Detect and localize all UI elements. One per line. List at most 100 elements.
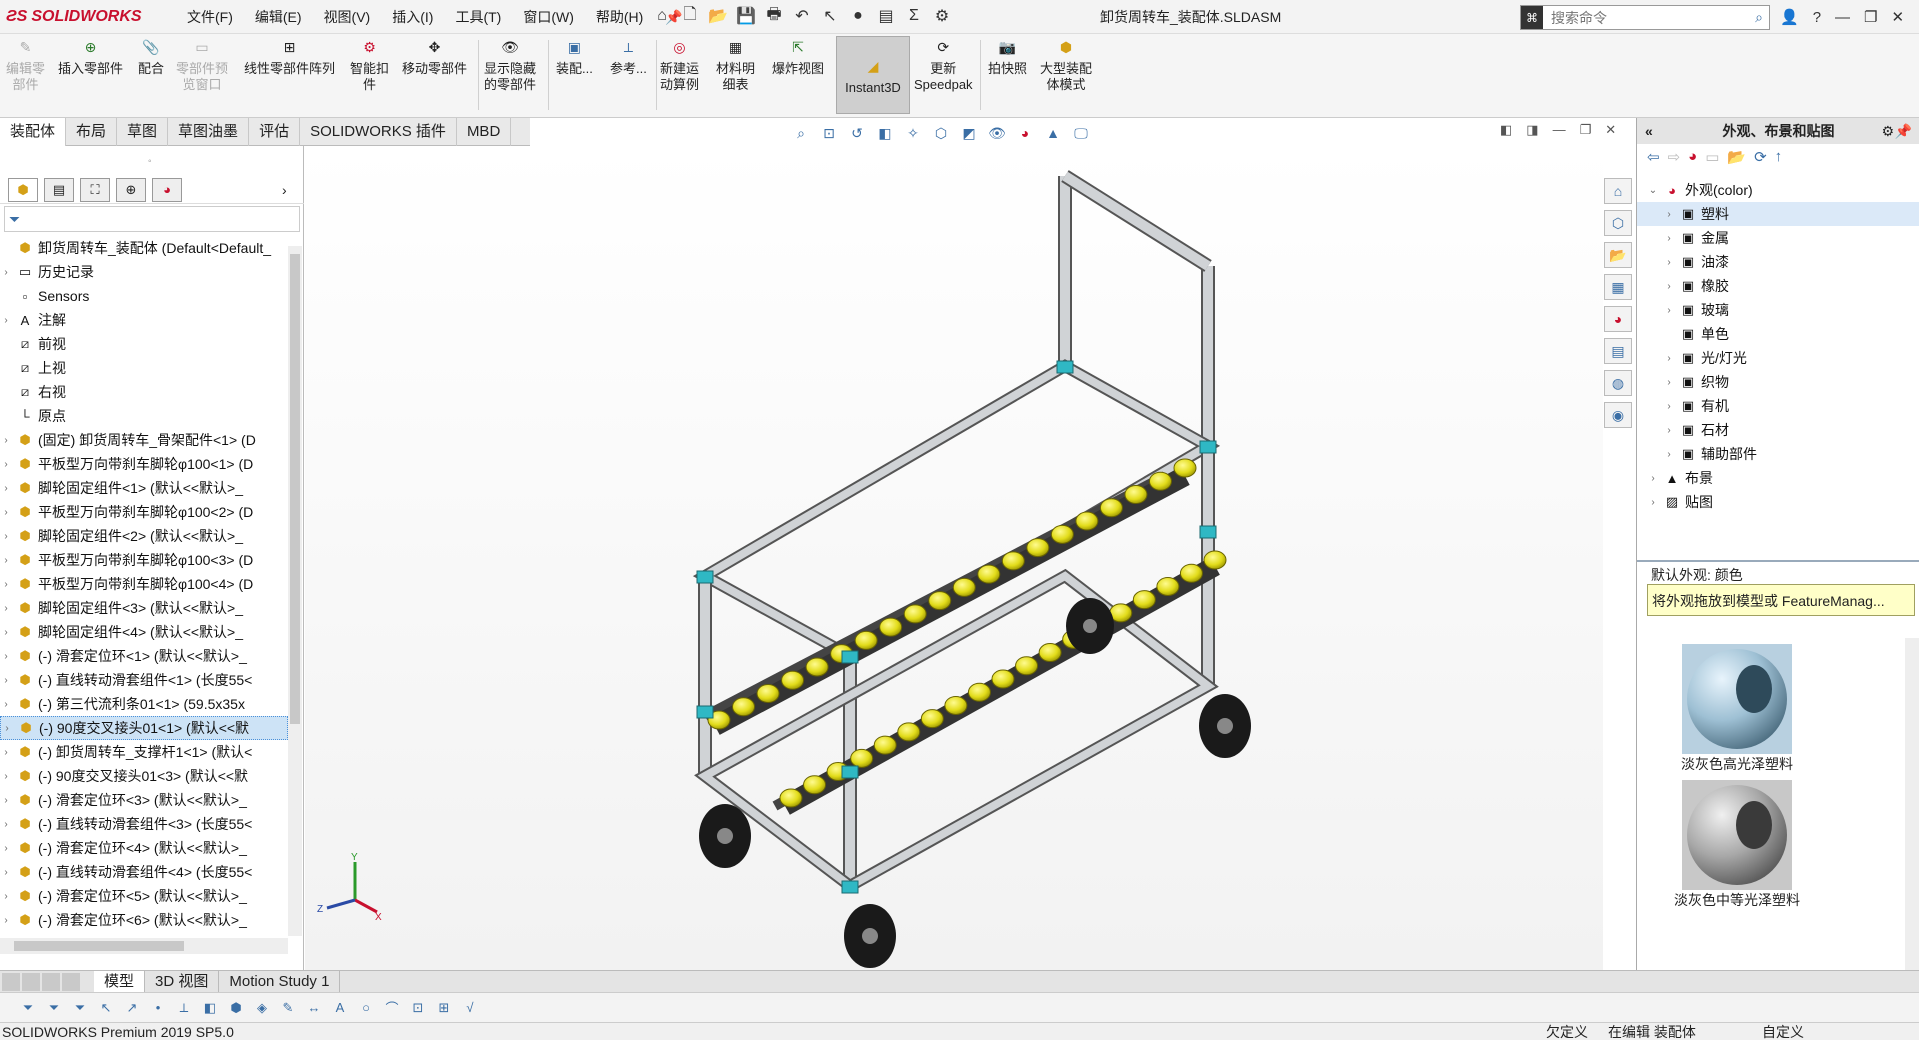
file-explorer-icon[interactable]: 📂: [1604, 242, 1632, 268]
appearances-tab-icon[interactable]: ◕: [1604, 306, 1632, 332]
forward-icon[interactable]: ⇨: [1668, 148, 1681, 166]
appearance-folder[interactable]: › ▣ 辅助部件: [1637, 442, 1919, 466]
select-other-icon[interactable]: ↗: [122, 998, 142, 1018]
tree-item[interactable]: › ⬢ (-) 90度交叉接头01<3> (默认<<默: [0, 764, 288, 788]
first-tab-icon[interactable]: [2, 972, 20, 991]
filter-points-icon[interactable]: •: [148, 998, 168, 1018]
filter-tolerance-icon[interactable]: ⊞: [434, 998, 454, 1018]
graphics-area[interactable]: [305, 146, 1603, 970]
take-snapshot-button[interactable]: 📷 拍快照: [988, 36, 1027, 77]
swatch-light-grey-medium-gloss[interactable]: 淡灰色中等光泽塑料: [1667, 780, 1807, 910]
search-box[interactable]: ⌘ ⌕: [1520, 5, 1770, 30]
split-left-icon[interactable]: ◧: [1500, 122, 1512, 138]
appearance-folder[interactable]: › ▣ 织物: [1637, 370, 1919, 394]
view-palette-icon[interactable]: ▦: [1604, 274, 1632, 300]
swatch-scrollbar[interactable]: [1905, 638, 1919, 980]
solidworks-logo[interactable]: ƧS SOLIDWORKS: [6, 6, 142, 28]
move-component-button[interactable]: ✥ 移动零部件: [402, 36, 467, 77]
globe-icon[interactable]: ◉: [1604, 402, 1632, 428]
filter-faces-icon[interactable]: ◧: [200, 998, 220, 1018]
display-manager-tab-icon[interactable]: ◕: [152, 177, 182, 202]
rebuild-icon[interactable]: ●: [846, 4, 870, 28]
tab-sketch[interactable]: 草图: [117, 118, 169, 146]
viewport-close-icon[interactable]: ✕: [1605, 122, 1616, 138]
search-input[interactable]: [1543, 9, 1756, 26]
filter-edges-icon[interactable]: ⏷: [70, 998, 90, 1018]
appearance-folder[interactable]: › ▣ 有机: [1637, 394, 1919, 418]
filter-surfaces-icon[interactable]: ◈: [252, 998, 272, 1018]
home-icon[interactable]: ⌂: [650, 4, 674, 28]
pin-pane-icon[interactable]: 📌: [1895, 123, 1912, 140]
zoom-to-fit-icon[interactable]: ⌕: [790, 122, 812, 144]
insert-component-button[interactable]: ⊕ 插入零部件: [58, 36, 123, 77]
prev-tab-icon[interactable]: [22, 972, 40, 991]
swatch-light-grey-high-gloss[interactable]: 淡灰色高光泽塑料: [1667, 644, 1807, 774]
help-icon[interactable]: ?: [1813, 9, 1821, 26]
tab-sketch-ink[interactable]: 草图油墨: [168, 118, 250, 146]
user-icon[interactable]: 👤: [1780, 8, 1799, 26]
tab-model[interactable]: 模型: [94, 970, 146, 993]
smart-fasteners-button[interactable]: ⚙ 智能扣件: [350, 36, 389, 93]
tree-item[interactable]: ⧄ 前视: [0, 332, 288, 356]
filter-balloon-icon[interactable]: ○: [356, 998, 376, 1018]
scene-root[interactable]: › ▲ 布景: [1637, 466, 1919, 490]
exploded-view-button[interactable]: ⇱ 爆炸视图: [772, 36, 824, 77]
tree-item[interactable]: › ⬢ (-) 第三代流利条01<1> (59.5x35x: [0, 692, 288, 716]
print-icon[interactable]: 🖶: [762, 4, 786, 28]
reference-geometry-button[interactable]: ⟂ 参考...: [610, 36, 647, 77]
tree-item[interactable]: › ⬢ 脚轮固定组件<1> (默认<<默认>_: [0, 476, 288, 500]
menu-insert[interactable]: 插入(I): [381, 7, 444, 27]
tree-item[interactable]: › ⬢ 平板型万向带刹车脚轮φ100<2> (D: [0, 500, 288, 524]
filter-sketch-icon[interactable]: ✎: [278, 998, 298, 1018]
menu-file[interactable]: 文件(F): [176, 7, 244, 27]
tree-item[interactable]: › ⬢ (-) 直线转动滑套组件<3> (长度55<: [0, 812, 288, 836]
design-library-icon[interactable]: ⬡: [1604, 210, 1632, 236]
pane-options-gear-icon[interactable]: ⚙: [1881, 123, 1894, 140]
property-manager-tab-icon[interactable]: ▤: [44, 177, 74, 202]
tree-filter[interactable]: ⏷: [4, 206, 300, 232]
filter-surface-finish-icon[interactable]: √: [460, 998, 480, 1018]
tab-mbd[interactable]: MBD: [457, 118, 512, 146]
mate-button[interactable]: 📎 配合: [138, 36, 164, 77]
appearance-folder[interactable]: › ▣ 光/灯光: [1637, 346, 1919, 370]
filter-notes-icon[interactable]: A: [330, 998, 350, 1018]
view-settings-icon[interactable]: 🖵: [1070, 122, 1092, 144]
tab-motion-study[interactable]: Motion Study 1: [219, 970, 341, 993]
feature-manager-tab-icon[interactable]: ⬢: [8, 177, 38, 202]
collapse-pane-icon[interactable]: «: [1645, 123, 1653, 139]
open-icon[interactable]: 📂: [706, 4, 730, 28]
new-document-icon[interactable]: 🗋: [678, 4, 702, 28]
tab-evaluate[interactable]: 评估: [249, 118, 301, 146]
tree-item[interactable]: › ⬢ (-) 卸货周转车_支撑杆1<1> (默认<: [0, 740, 288, 764]
tree-item[interactable]: › ▭ 历史记录: [0, 260, 288, 284]
minimize-icon[interactable]: —: [1835, 9, 1850, 26]
solidworks-forum-icon[interactable]: ◍: [1604, 370, 1632, 396]
add-folder-icon[interactable]: ▭: [1705, 148, 1719, 166]
select-pointer-icon[interactable]: ↖: [818, 4, 842, 28]
section-view-icon[interactable]: ◧: [874, 122, 896, 144]
custom-properties-icon[interactable]: ▤: [1604, 338, 1632, 364]
viewport-minimize-icon[interactable]: —: [1553, 122, 1566, 138]
tree-item-selected[interactable]: › ⬢ (-) 90度交叉接头01<1> (默认<<默: [0, 716, 288, 740]
apply-scene-icon[interactable]: ▲: [1042, 122, 1064, 144]
tree-item[interactable]: ▫ Sensors: [0, 284, 288, 308]
instant3d-button[interactable]: ◢ Instant3D: [836, 36, 910, 114]
hide-show-items-icon[interactable]: 👁: [986, 122, 1008, 144]
configuration-manager-tab-icon[interactable]: ⛶: [80, 177, 110, 202]
panel-handle-icon[interactable]: ◦: [148, 156, 152, 167]
dimxpert-tab-icon[interactable]: ⊕: [116, 177, 146, 202]
appearance-root[interactable]: ⌄ ◕ 外观(color): [1637, 178, 1919, 202]
tree-item[interactable]: › ⬢ 平板型万向带刹车脚轮φ100<1> (D: [0, 452, 288, 476]
tree-item[interactable]: › ⬢ (-) 直线转动滑套组件<4> (长度55<: [0, 860, 288, 884]
tree-item[interactable]: ⧄ 右视: [0, 380, 288, 404]
select-pointer-icon[interactable]: ↖: [96, 998, 116, 1018]
appearance-folder[interactable]: ▣ 单色: [1637, 322, 1919, 346]
last-tab-icon[interactable]: [62, 972, 80, 991]
menu-edit[interactable]: 编辑(E): [244, 7, 313, 27]
menu-view[interactable]: 视图(V): [313, 7, 382, 27]
view-orientation-icon[interactable]: ⬡: [930, 122, 952, 144]
tree-item[interactable]: › ⬢ (-) 直线转动滑套组件<1> (长度55<: [0, 668, 288, 692]
decal-root[interactable]: › ▨ 贴图: [1637, 490, 1919, 514]
menu-help[interactable]: 帮助(H): [585, 7, 654, 27]
viewport-restore-icon[interactable]: ❐: [1580, 122, 1592, 138]
